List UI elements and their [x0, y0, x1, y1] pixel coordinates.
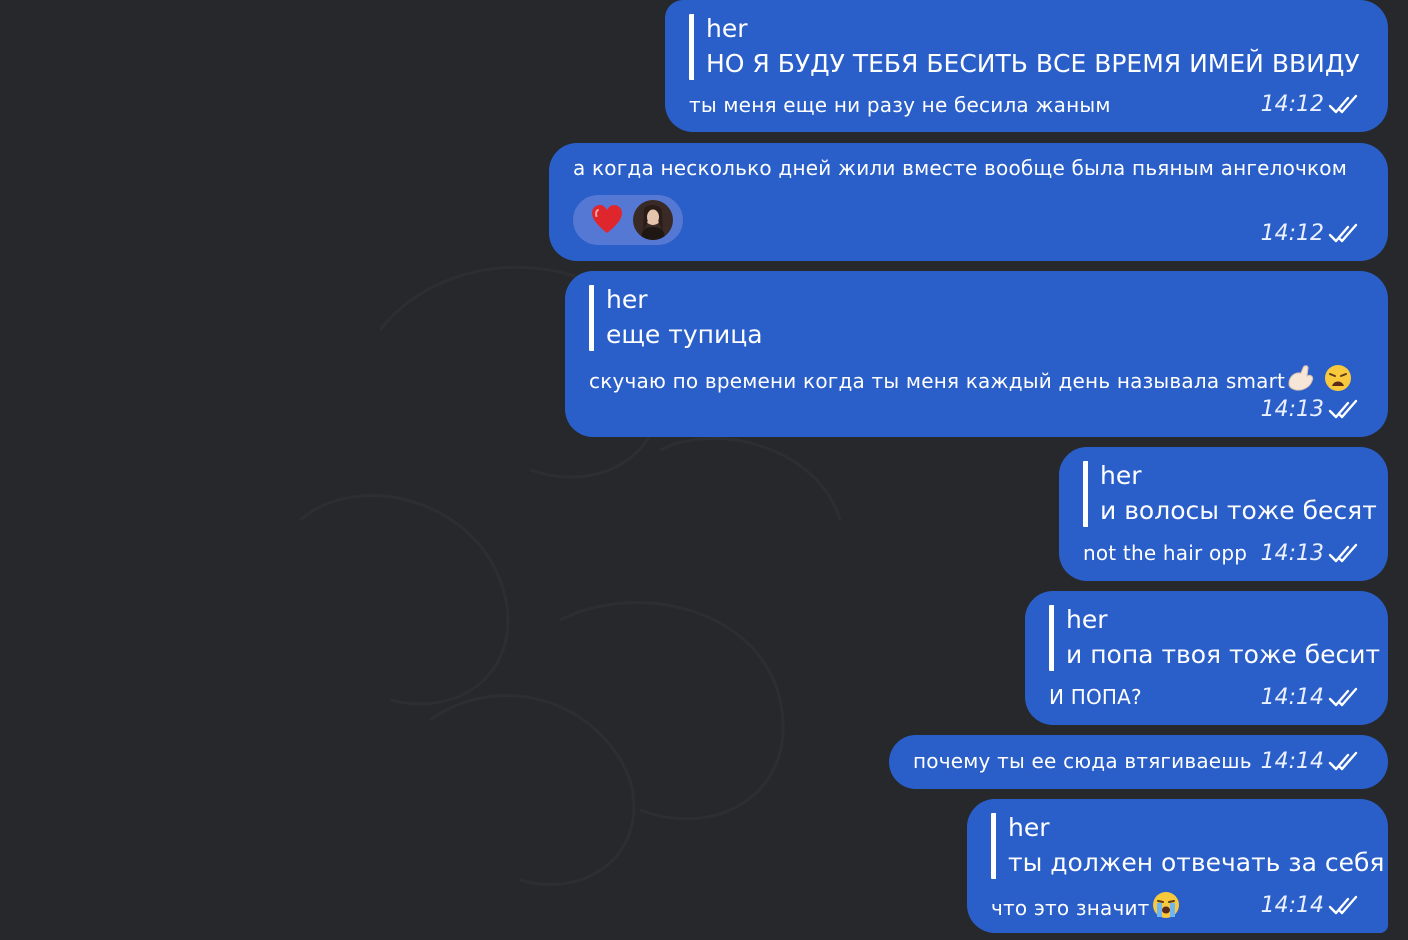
- message-meta: 14:14: [1261, 893, 1360, 919]
- message-bubble[interactable]: her ты должен отвечать за себя что это з…: [967, 799, 1388, 933]
- message-bubble[interactable]: her и волосы тоже бесят not the hair opp…: [1059, 447, 1388, 581]
- loudly-crying-face-emoji-icon: [1152, 892, 1179, 918]
- message-text: а когда несколько дней жили вместе вообщ…: [573, 156, 1348, 180]
- read-checkmarks-icon: [1328, 751, 1358, 771]
- reply-author: her: [706, 14, 748, 43]
- message-time: 14:14: [1260, 685, 1324, 710]
- message-meta: 14:12: [1261, 92, 1360, 118]
- reply-quote[interactable]: her еще тупица: [589, 285, 763, 351]
- message-time: 14:13: [1260, 397, 1324, 422]
- reply-quote[interactable]: her ты должен отвечать за себя: [991, 813, 1384, 879]
- message-time: 14:14: [1260, 749, 1324, 774]
- message-meta: 14:14: [1261, 749, 1360, 775]
- reply-quote[interactable]: her и попа твоя тоже бесит: [1049, 605, 1380, 671]
- message-meta: 14:12: [1261, 221, 1360, 247]
- reply-author: her: [1008, 813, 1050, 842]
- message-text-line: что это значит: [991, 891, 1180, 921]
- message-text: И ПОПА?: [1049, 685, 1142, 709]
- pinching-hand-emoji-icon: [1288, 365, 1314, 391]
- message-text-line: скучаю по времени когда ты меня каждый д…: [589, 364, 1353, 394]
- read-checkmarks-icon: [1328, 223, 1358, 243]
- reply-text: ты должен отвечать за себя: [1008, 848, 1385, 877]
- avatar-photo-icon: [641, 204, 665, 240]
- reply-author: her: [1100, 461, 1142, 490]
- message-bubble[interactable]: her НО Я БУДУ ТЕБЯ БЕСИТЬ ВСЕ ВРЕМЯ ИМЕЙ…: [665, 0, 1388, 132]
- read-checkmarks-icon: [1328, 895, 1358, 915]
- message-bubble[interactable]: her еще тупица скучаю по времени когда т…: [565, 271, 1388, 437]
- message-text: not the hair opp: [1083, 541, 1248, 565]
- read-checkmarks-icon: [1328, 94, 1358, 114]
- message-time: 14:12: [1260, 92, 1324, 117]
- reply-author: her: [1066, 605, 1108, 634]
- message-text: скучаю по времени когда ты меня каждый д…: [589, 369, 1286, 393]
- message-text: что это значит: [991, 896, 1150, 920]
- reply-quote[interactable]: her и волосы тоже бесят: [1083, 461, 1377, 527]
- message-bubble[interactable]: her и попа твоя тоже бесит И ПОПА? 14:14: [1025, 591, 1388, 725]
- reply-text: НО Я БУДУ ТЕБЯ БЕСИТЬ ВСЕ ВРЕМЯ ИМЕЙ ВВИ…: [706, 49, 1360, 78]
- reactor-avatar[interactable]: [633, 200, 673, 240]
- message-time: 14:12: [1260, 221, 1324, 246]
- weary-face-emoji-icon: [1325, 365, 1352, 391]
- read-checkmarks-icon: [1328, 543, 1358, 563]
- message-bubble[interactable]: почему ты ее сюда втягиваешь 14:14: [889, 735, 1388, 789]
- read-checkmarks-icon: [1328, 687, 1358, 707]
- message-meta: 14:13: [1261, 397, 1360, 423]
- heart-reaction-icon[interactable]: [591, 204, 623, 236]
- message-text: ты меня еще ни разу не бесила жаным: [689, 93, 1111, 117]
- message-time: 14:14: [1260, 893, 1324, 918]
- reactions-bar[interactable]: [573, 195, 683, 245]
- reply-quote[interactable]: her НО Я БУДУ ТЕБЯ БЕСИТЬ ВСЕ ВРЕМЯ ИМЕЙ…: [689, 14, 1360, 80]
- message-bubble[interactable]: а когда несколько дней жили вместе вообщ…: [549, 143, 1388, 261]
- message-time: 14:13: [1260, 541, 1324, 566]
- message-meta: 14:14: [1261, 685, 1360, 711]
- reply-text: и попа твоя тоже бесит: [1066, 640, 1381, 669]
- message-text: почему ты ее сюда втягиваешь: [913, 749, 1252, 773]
- reply-text: еще тупица: [606, 320, 763, 349]
- read-checkmarks-icon: [1328, 399, 1358, 419]
- reply-author: her: [606, 285, 648, 314]
- reply-text: и волосы тоже бесят: [1100, 496, 1377, 525]
- message-meta: 14:13: [1261, 541, 1360, 567]
